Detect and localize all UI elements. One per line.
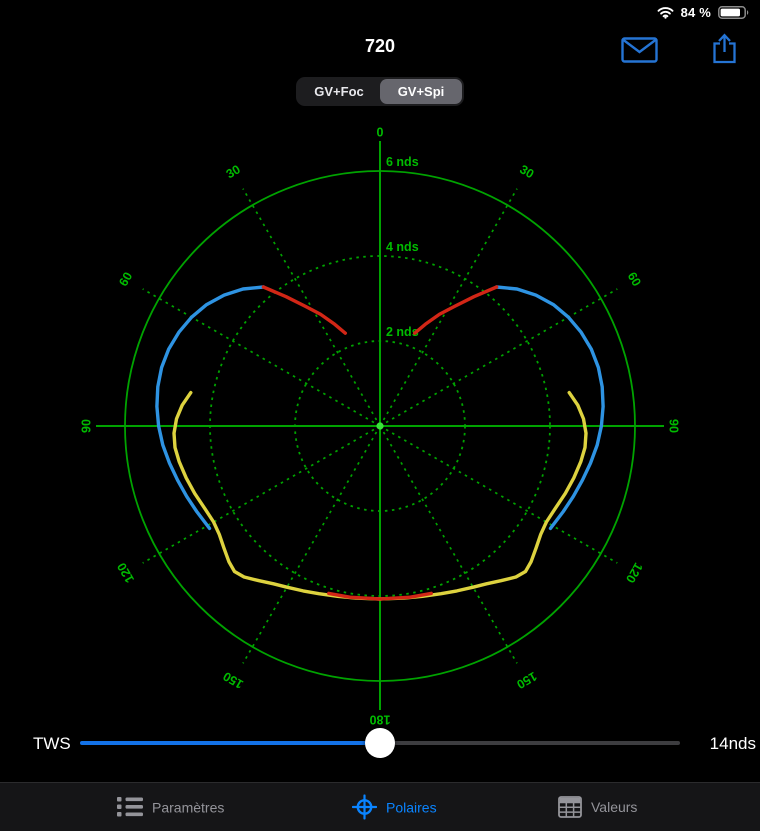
svg-text:0: 0 [377, 126, 384, 140]
svg-text:30: 30 [517, 162, 536, 181]
segment-gv-spi[interactable]: GV+Spi [380, 79, 462, 104]
tws-label: TWS [33, 734, 71, 753]
tws-slider-row: TWS 14nds [0, 724, 760, 764]
status-bar: 84 % [0, 0, 760, 24]
svg-text:60: 60 [625, 270, 644, 289]
tab-valeurs[interactable]: Valeurs [558, 796, 637, 818]
share-button[interactable] [711, 33, 738, 67]
svg-text:90: 90 [80, 419, 94, 433]
mail-button[interactable] [621, 37, 658, 66]
tab-label: Valeurs [591, 799, 638, 815]
wifi-icon [657, 6, 674, 19]
nav-bar: 720 [0, 24, 760, 72]
share-icon [713, 33, 736, 64]
tab-polaires[interactable]: Polaires [352, 794, 437, 820]
segment-gv-foc[interactable]: GV+Foc [298, 79, 380, 104]
svg-text:90: 90 [667, 419, 681, 433]
tab-label: Polaires [386, 799, 437, 815]
svg-text:120: 120 [623, 560, 646, 585]
tab-label: Paramètres [152, 799, 225, 815]
mail-icon [621, 37, 658, 63]
svg-text:60: 60 [116, 270, 135, 289]
sail-mode-segmented-control: GV+Foc GV+Spi [296, 77, 464, 106]
svg-text:150: 150 [221, 669, 246, 692]
table-icon [558, 796, 582, 818]
polar-chart: 2 nds4 nds6 nds0303060609090120120150150… [80, 126, 681, 727]
svg-text:4 nds: 4 nds [386, 240, 419, 254]
tab-parametres[interactable]: Paramètres [117, 797, 224, 818]
slider-track-remaining[interactable] [380, 741, 680, 745]
svg-text:150: 150 [514, 669, 539, 692]
battery-icon [718, 5, 749, 19]
svg-text:30: 30 [224, 162, 243, 181]
svg-text:120: 120 [115, 560, 138, 585]
list-icon [117, 797, 143, 817]
target-icon [352, 794, 377, 820]
battery-percentage: 84 % [680, 4, 711, 20]
tab-bar: Paramètres Polaires Valeurs [0, 782, 760, 831]
slider-track-filled[interactable] [80, 741, 380, 745]
tws-value: 14nds [709, 734, 756, 753]
svg-text:6 nds: 6 nds [386, 155, 419, 169]
tws-slider-thumb[interactable] [365, 728, 395, 758]
